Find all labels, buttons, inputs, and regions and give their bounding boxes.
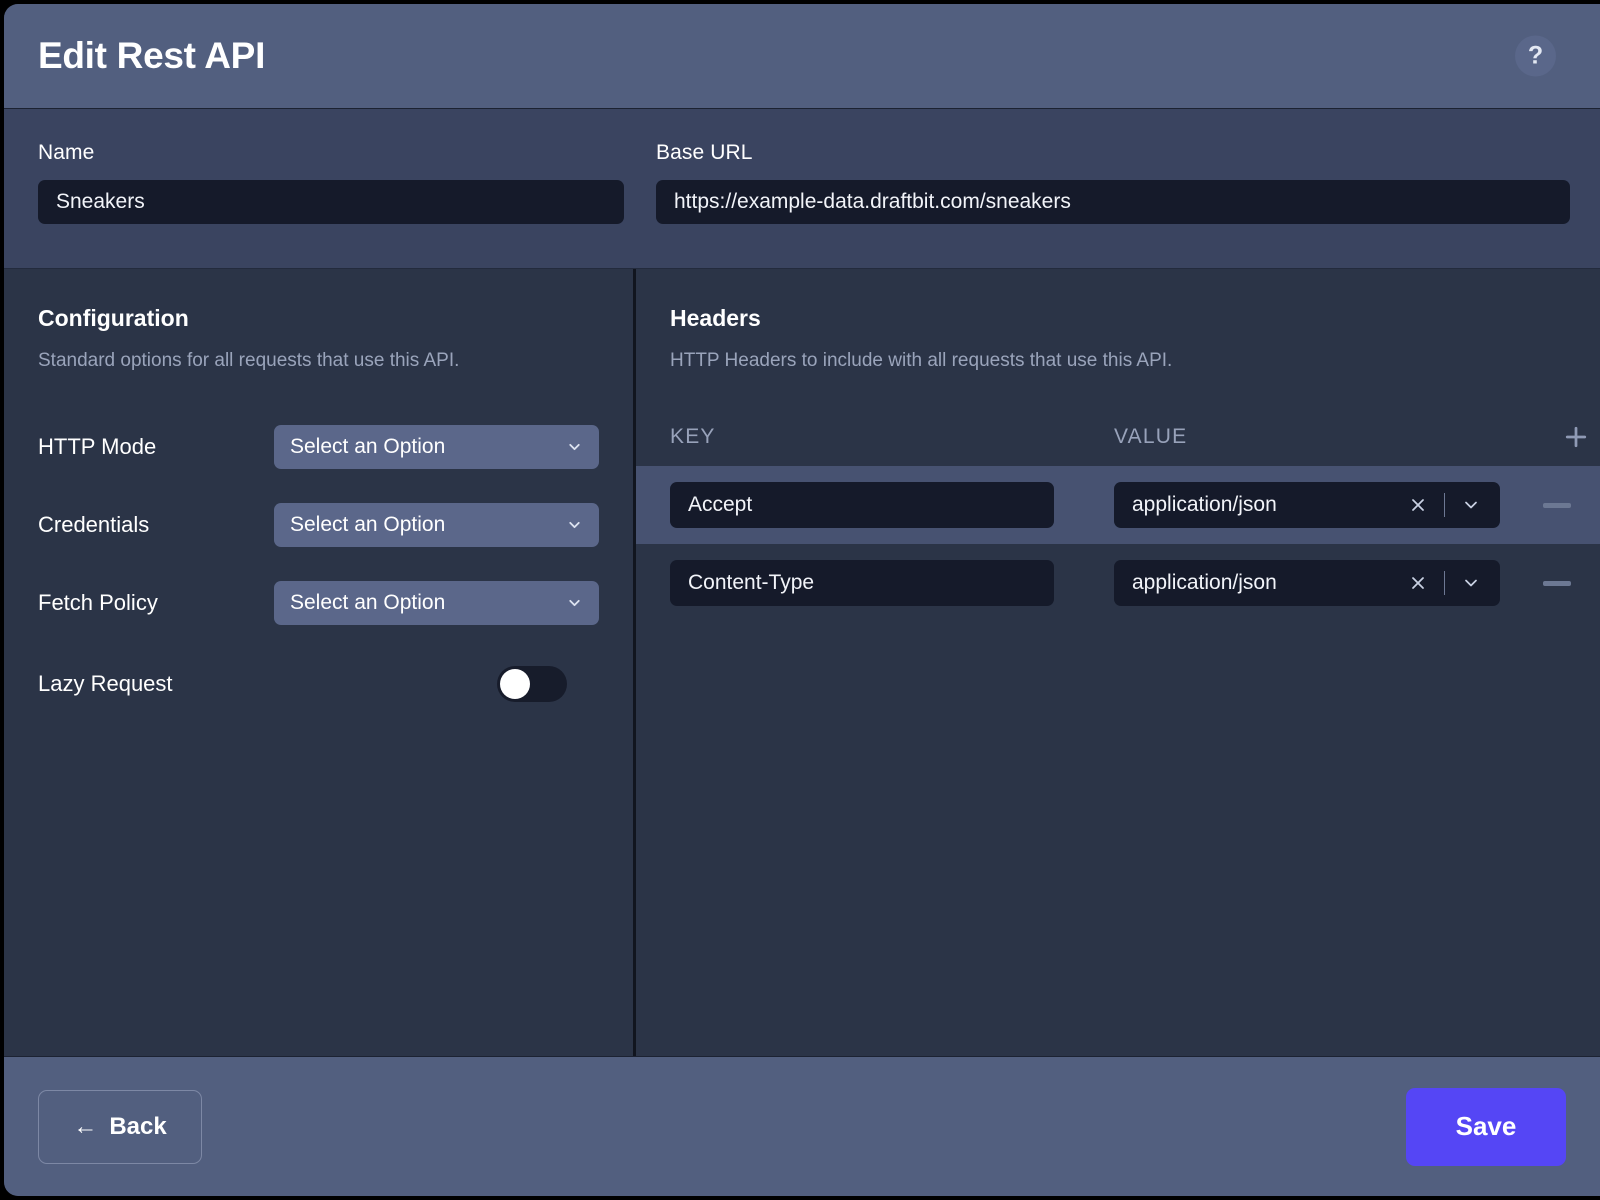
minus-icon[interactable] [1542, 568, 1572, 598]
header-value-field[interactable]: application/json [1114, 560, 1500, 606]
http-mode-select[interactable]: Select an Option [274, 425, 599, 469]
header-value-field[interactable]: application/json [1114, 482, 1500, 528]
table-row[interactable]: application/json [636, 544, 1600, 622]
lazy-request-toggle[interactable] [497, 666, 567, 702]
chevron-down-icon[interactable] [1460, 494, 1482, 516]
credentials-value: Select an Option [290, 513, 445, 537]
base-url-label: Base URL [656, 141, 1570, 165]
header-value-text: application/json [1132, 571, 1407, 595]
close-icon[interactable] [1407, 494, 1429, 516]
header-key-input[interactable] [670, 560, 1054, 606]
chevron-down-icon [566, 439, 583, 456]
http-mode-row: HTTP Mode Select an Option [38, 408, 599, 486]
save-button[interactable]: Save [1406, 1088, 1566, 1166]
column-key-label: KEY [670, 425, 716, 448]
fetch-policy-select[interactable]: Select an Option [274, 581, 599, 625]
minus-bar [1543, 503, 1571, 508]
headers-header: Headers HTTP Headers to include with all… [636, 305, 1600, 372]
back-button[interactable]: ← Back [38, 1090, 202, 1164]
lazy-request-label: Lazy Request [38, 671, 497, 697]
column-value-label: VALUE [1114, 425, 1187, 448]
minus-bar [1543, 581, 1571, 586]
configuration-pane: Configuration Standard options for all r… [4, 269, 636, 1056]
toggle-knob [500, 669, 530, 699]
headers-table-head: KEY VALUE [636, 408, 1600, 466]
header-value-text: application/json [1132, 493, 1407, 517]
credentials-select[interactable]: Select an Option [274, 503, 599, 547]
name-field-group: Name [38, 141, 624, 268]
configuration-subtitle: Standard options for all requests that u… [38, 350, 599, 372]
window-titlebar: Edit Rest API ? [4, 4, 1600, 109]
credentials-label: Credentials [38, 512, 274, 538]
main-body: Configuration Standard options for all r… [4, 269, 1600, 1056]
question-mark-icon[interactable]: ? [1515, 36, 1556, 77]
close-icon[interactable] [1407, 572, 1429, 594]
page-title: Edit Rest API [38, 35, 265, 77]
credentials-row: Credentials Select an Option [38, 486, 599, 564]
plus-icon[interactable] [1558, 419, 1594, 455]
fetch-policy-label: Fetch Policy [38, 590, 274, 616]
http-mode-value: Select an Option [290, 435, 445, 459]
headers-table-head-wrap: KEY VALUE [636, 408, 1600, 466]
fetch-policy-row: Fetch Policy Select an Option [38, 564, 599, 642]
header-key-input[interactable] [670, 482, 1054, 528]
chevron-down-icon[interactable] [1460, 572, 1482, 594]
configuration-title: Configuration [38, 305, 599, 332]
headers-subtitle: HTTP Headers to include with all request… [670, 350, 1570, 372]
headers-pane: Headers HTTP Headers to include with all… [636, 269, 1600, 1056]
top-fields-strip: Name Base URL [4, 109, 1600, 269]
name-label: Name [38, 141, 624, 165]
chevron-down-icon [566, 517, 583, 534]
field-divider [1444, 493, 1445, 517]
window-footer: ← Back Save [4, 1056, 1600, 1196]
fetch-policy-value: Select an Option [290, 591, 445, 615]
table-row[interactable]: application/json [636, 466, 1600, 544]
arrow-left-icon: ← [73, 1113, 97, 1141]
http-mode-label: HTTP Mode [38, 434, 274, 460]
base-url-field-group: Base URL [656, 141, 1570, 268]
column-key: KEY [670, 425, 1114, 449]
field-divider [1444, 571, 1445, 595]
base-url-input[interactable] [656, 180, 1570, 224]
chevron-down-icon [566, 595, 583, 612]
name-input[interactable] [38, 180, 624, 224]
back-button-label: Back [109, 1113, 166, 1141]
minus-icon[interactable] [1542, 490, 1572, 520]
headers-title: Headers [670, 305, 1570, 332]
column-value: VALUE [1114, 425, 1570, 449]
edit-rest-api-window: Edit Rest API ? Name Base URL Configurat… [4, 4, 1600, 1196]
lazy-request-row: Lazy Request [38, 642, 599, 726]
